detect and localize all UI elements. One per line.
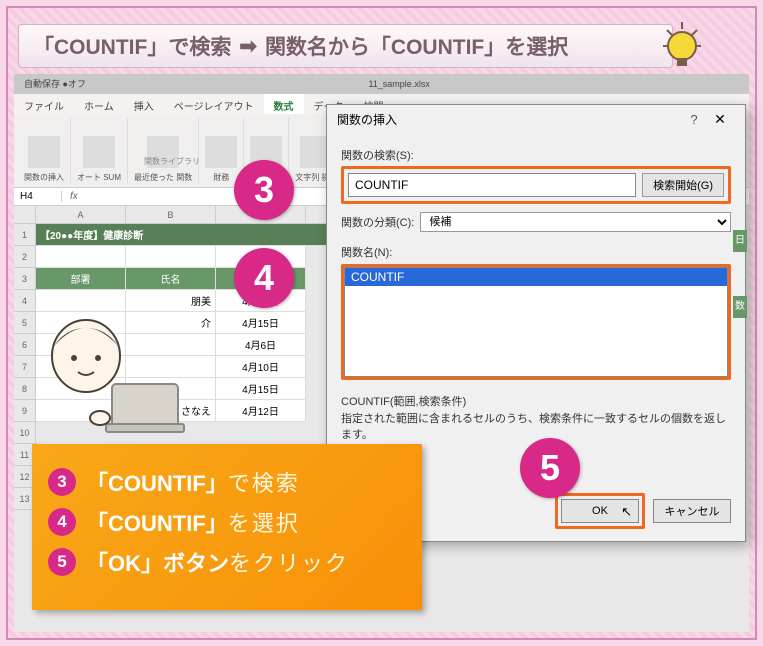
ribbon-autosum[interactable]: オート SUM xyxy=(71,118,128,183)
header-tip: 「COUNTIF」で検索 ➡ 関数名から「COUNTIF」を選択 xyxy=(18,24,673,68)
ribbon-fx[interactable]: 関数の挿入 xyxy=(18,118,71,183)
tab-home[interactable]: ホーム xyxy=(74,94,124,114)
tip-part2: 関数名から「COUNTIF」を選択 xyxy=(265,31,568,61)
dialog-titlebar[interactable]: 関数の挿入 ? ✕ xyxy=(327,105,745,133)
autosave-label: 自動保存 ●オフ xyxy=(24,79,86,89)
hdr-name[interactable]: 氏名 xyxy=(126,268,216,290)
fx-label[interactable]: fx xyxy=(62,191,86,202)
excel-titlebar: 自動保存 ●オフ 11_sample.xlsx xyxy=(14,74,749,94)
col-b[interactable]: B xyxy=(126,206,216,224)
cell-reference[interactable]: H4 xyxy=(14,191,62,202)
search-input[interactable] xyxy=(348,173,636,197)
tab-layout[interactable]: ページレイアウト xyxy=(164,94,264,114)
sigma-icon xyxy=(83,136,115,168)
ribbon-library-label: 関数ライブラリ xyxy=(144,156,200,167)
cell-date[interactable]: 4月12日 xyxy=(216,400,306,422)
tab-insert[interactable]: 挿入 xyxy=(124,94,164,114)
arrow-icon: ➡ xyxy=(239,34,257,59)
ribbon-recent[interactable]: 最近使った 関数 xyxy=(128,118,199,183)
dialog-title: 関数の挿入 xyxy=(337,111,397,128)
cell-date[interactable]: 4月10日 xyxy=(216,356,306,378)
function-description: COUNTIF(範囲,検索条件) 指定された範囲に含まれるセルのうち、検索条件に… xyxy=(341,394,731,444)
help-button[interactable]: ? xyxy=(683,112,705,127)
cursor-icon: ↖ xyxy=(621,504,632,520)
cancel-button[interactable]: キャンセル xyxy=(653,499,731,523)
step-badge-4: 4 xyxy=(234,248,294,308)
function-list[interactable]: COUNTIF xyxy=(344,267,728,377)
small-badge-5: 5 xyxy=(48,548,76,576)
small-badge-3: 3 xyxy=(48,468,76,496)
filename: 11_sample.xlsx xyxy=(368,79,429,89)
function-syntax: COUNTIF(範囲,検索条件) xyxy=(341,394,731,411)
steps-box: 3 「COUNTIF」 で検索 4 「COUNTIF」 を選択 5 「OK」ボタ… xyxy=(32,444,422,610)
lightbulb-icon xyxy=(659,18,705,74)
col-a[interactable]: A xyxy=(36,206,126,224)
hdr-dept[interactable]: 部署 xyxy=(36,268,126,290)
money-icon xyxy=(205,136,237,168)
funclist-highlight: COUNTIF xyxy=(341,264,731,380)
partial-header-day: 日 xyxy=(733,230,747,252)
tab-formulas[interactable]: 数式 xyxy=(264,94,304,114)
close-button[interactable]: ✕ xyxy=(705,111,735,128)
step-line-4: 4 「COUNTIF」 を選択 xyxy=(48,506,406,538)
ok-button[interactable]: OK ↖ xyxy=(561,499,639,523)
step-line-5: 5 「OK」ボタン をクリック xyxy=(48,546,406,578)
step-badge-3: 3 xyxy=(234,160,294,220)
category-label: 関数の分類(C): xyxy=(341,214,414,230)
cell-date[interactable]: 4月15日 xyxy=(216,312,306,334)
search-highlight: 検索開始(G) xyxy=(341,166,731,204)
search-start-button[interactable]: 検索開始(G) xyxy=(642,173,724,197)
partial-header-count: 数 xyxy=(733,296,747,318)
step-line-3: 3 「COUNTIF」 で検索 xyxy=(48,466,406,498)
function-list-item-selected[interactable]: COUNTIF xyxy=(345,268,727,286)
funcname-label: 関数名(N): xyxy=(341,244,731,260)
tab-file[interactable]: ファイル xyxy=(14,94,74,114)
step-badge-5: 5 xyxy=(520,438,580,498)
cell-date[interactable]: 4月6日 xyxy=(216,334,306,356)
row-3[interactable]: 3 xyxy=(14,268,36,290)
search-label: 関数の検索(S): xyxy=(341,147,731,163)
cell-date[interactable]: 4月15日 xyxy=(216,378,306,400)
ok-highlight: OK ↖ xyxy=(555,493,645,529)
fx-icon xyxy=(28,136,60,168)
category-select[interactable]: 候補 xyxy=(420,212,731,232)
character-illustration xyxy=(16,306,196,446)
tip-part1: 「COUNTIF」で検索 xyxy=(33,31,231,61)
small-badge-4: 4 xyxy=(48,508,76,536)
function-help-text: 指定された範囲に含まれるセルのうち、検索条件に一致するセルの個数を返します。 xyxy=(341,411,731,444)
row-2[interactable]: 2 xyxy=(14,246,36,268)
row-1[interactable]: 1 xyxy=(14,224,36,246)
